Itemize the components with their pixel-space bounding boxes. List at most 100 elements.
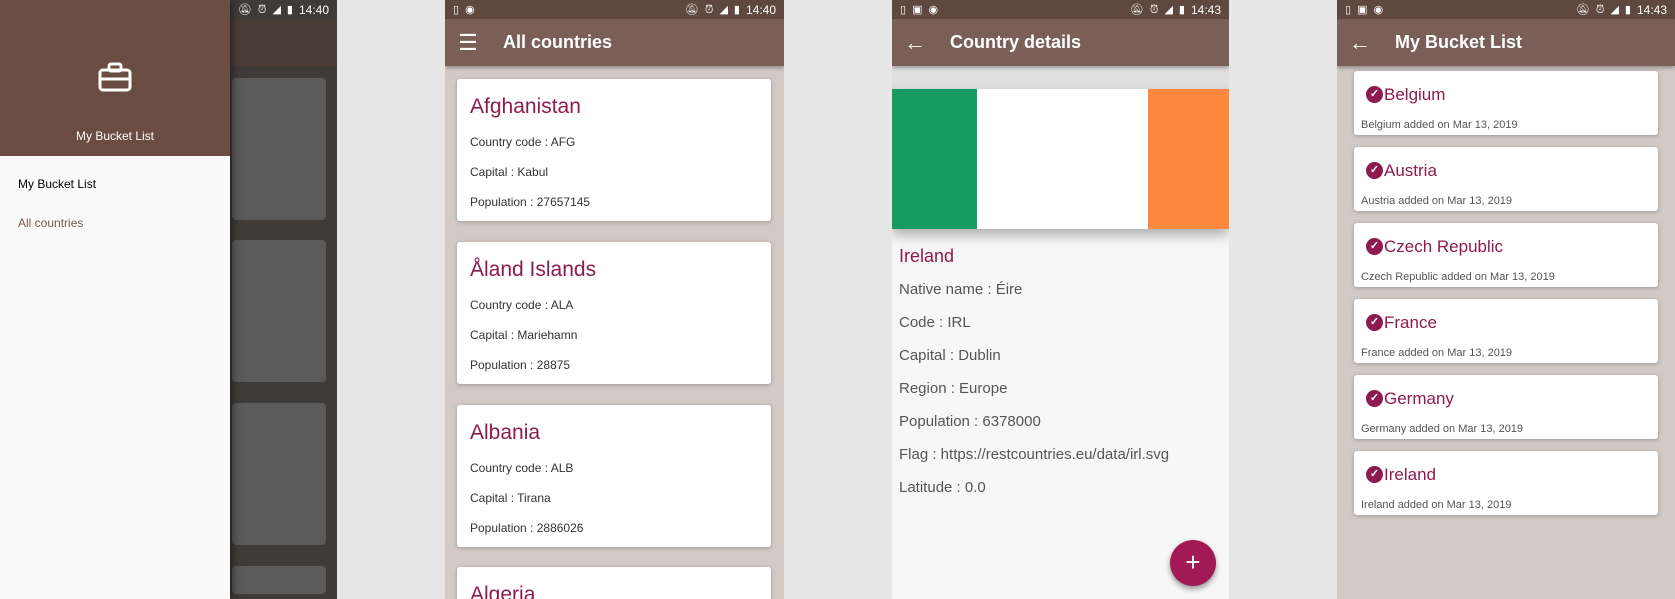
country-name: Afghanistan <box>470 95 581 118</box>
app-bar: ☰ All countries <box>445 19 784 66</box>
country-name: Albania <box>470 421 541 444</box>
drawer-title: My Bucket List <box>75 129 155 143</box>
check-circle-icon: ✓ <box>1366 238 1383 255</box>
battery-icon: ▮ <box>1624 3 1631 16</box>
mute-bell-icon: 🔕︎ <box>237 3 252 16</box>
country-code: Country code : ALB <box>470 461 574 475</box>
status-time: 14:43 <box>1636 2 1667 17</box>
country-name: Algeria <box>470 583 536 599</box>
bucket-added-date: Belgium added on Mar 13, 2019 <box>1361 119 1518 131</box>
signal-icon: ◢ <box>719 3 728 16</box>
page-title: All countries <box>503 32 613 52</box>
check-circle-icon: ✓ <box>1366 466 1383 483</box>
battery-icon: ▮ <box>286 3 293 16</box>
dimmed-card <box>232 240 326 382</box>
bucket-list-item[interactable]: ✓ Austria Austria added on Mar 13, 2019 <box>1354 147 1658 211</box>
bucket-list-item[interactable]: ✓ Germany Germany added on Mar 13, 2019 <box>1354 375 1658 439</box>
country-flag <box>892 89 1229 229</box>
app-bar: ← My Bucket List <box>1337 19 1675 66</box>
sim-icon: ▯ <box>1345 3 1352 16</box>
check-circle-icon: ✓ <box>1366 390 1383 407</box>
bucket-country-name: Belgium <box>1384 85 1446 104</box>
bucket-list-item[interactable]: ✓ France France added on Mar 13, 2019 <box>1354 299 1658 363</box>
mute-bell-icon: 🔕︎ <box>1129 3 1144 16</box>
dimmed-card <box>232 566 326 594</box>
dimmed-card <box>232 78 326 220</box>
app-bar: ← Country details <box>892 19 1229 66</box>
alarm-icon: ⏰︎ <box>704 3 714 16</box>
circle-icon: ◉ <box>1373 3 1384 16</box>
battery-icon: ▮ <box>733 3 740 16</box>
screen-navigation-drawer: ▯ ▣ ◉ 🔕︎ ⏰︎ ◢ ▮ 14:40 My Bucket List My … <box>0 0 337 599</box>
signal-icon: ◢ <box>272 3 281 16</box>
page-title: Country details <box>950 32 1082 52</box>
alarm-icon: ⏰︎ <box>257 3 267 16</box>
bucket-added-date: France added on Mar 13, 2019 <box>1361 347 1513 359</box>
gap <box>784 0 892 599</box>
country-card[interactable]: Algeria <box>457 567 771 599</box>
bucket-added-date: Ireland added on Mar 13, 2019 <box>1361 499 1512 511</box>
bucket-list-item[interactable]: ✓ Czech Republic Czech Republic added on… <box>1354 223 1658 287</box>
country-capital: Capital : Tirana <box>470 491 551 505</box>
bucket-country-name: Austria <box>1384 161 1437 180</box>
sim-icon: ▯ <box>453 3 460 16</box>
image-icon: ▣ <box>912 3 923 16</box>
detail-capital: Capital : Dublin <box>899 347 1001 364</box>
battery-icon: ▮ <box>1178 3 1185 16</box>
detail-flag-url: Flag : https://restcountries.eu/data/irl… <box>899 446 1170 463</box>
briefcase-icon <box>98 62 132 97</box>
add-to-bucket-list-button[interactable]: + <box>1170 540 1216 586</box>
country-population: Population : 2886026 <box>470 521 584 535</box>
gap <box>337 0 445 599</box>
flag-band-green <box>892 89 977 229</box>
alarm-icon: ⏰︎ <box>1149 3 1159 16</box>
country-card[interactable]: Afghanistan Country code : AFG Capital :… <box>457 79 771 221</box>
page-title: My Bucket List <box>1395 32 1523 52</box>
detail-region: Region : Europe <box>899 380 1008 397</box>
bucket-list-item[interactable]: ✓ Ireland Ireland added on Mar 13, 2019 <box>1354 451 1658 515</box>
status-bar: ▯ ▣ ◉ 🔕︎ ⏰︎ ◢ ▮ 14:43 <box>1337 0 1675 19</box>
country-population: Population : 27657145 <box>470 195 591 209</box>
country-code: Country code : ALA <box>470 298 574 312</box>
flag-band-white <box>977 89 1148 229</box>
country-card[interactable]: Albania Country code : ALB Capital : Tir… <box>457 405 771 547</box>
detail-native-name: Native name : Éire <box>899 281 1023 298</box>
alarm-icon: ⏰︎ <box>1595 3 1605 16</box>
screen-all-countries: ▯ ◉ 🔕︎ ⏰︎ ◢ ▮ 14:40 ☰ All countries Afgh… <box>445 0 784 599</box>
bucket-country-name: Czech Republic <box>1384 237 1504 256</box>
check-circle-icon: ✓ <box>1366 162 1383 179</box>
country-name: Åland Islands <box>470 258 597 281</box>
country-code: Country code : AFG <box>470 135 576 149</box>
bucket-added-date: Czech Republic added on Mar 13, 2019 <box>1361 271 1555 283</box>
status-time: 14:40 <box>745 2 776 17</box>
sim-icon: ▯ <box>900 3 907 16</box>
signal-icon: ◢ <box>1610 3 1619 16</box>
image-icon: ▣ <box>1357 3 1368 16</box>
bucket-country-name: France <box>1384 313 1437 332</box>
status-bar: ▯ ◉ 🔕︎ ⏰︎ ◢ ▮ 14:40 <box>445 0 784 19</box>
bucket-added-date: Austria added on Mar 13, 2019 <box>1361 195 1513 207</box>
menu-icon[interactable]: ☰ <box>445 31 491 54</box>
status-bar: ▯ ▣ ◉ 🔕︎ ⏰︎ ◢ ▮ 14:43 <box>892 0 1229 19</box>
country-capital: Capital : Mariehamn <box>470 328 578 342</box>
drawer-item-all-countries[interactable]: All countries <box>18 216 83 230</box>
country-capital: Capital : Kabul <box>470 165 549 179</box>
circle-icon: ◉ <box>465 3 475 16</box>
status-time: 14:43 <box>1190 2 1221 17</box>
status-time: 14:40 <box>298 2 329 17</box>
signal-icon: ◢ <box>1164 3 1173 16</box>
gap <box>1229 0 1337 599</box>
drawer-header: My Bucket List <box>0 0 230 156</box>
drawer-item-my-bucket-list[interactable]: My Bucket List <box>18 177 96 191</box>
check-circle-icon: ✓ <box>1366 86 1383 103</box>
back-arrow-icon[interactable]: ← <box>1337 31 1383 54</box>
flag-band-orange <box>1148 89 1229 229</box>
back-arrow-icon[interactable]: ← <box>892 31 938 54</box>
bucket-list-item[interactable]: ✓ Belgium Belgium added on Mar 13, 2019 <box>1354 71 1658 135</box>
check-circle-icon: ✓ <box>1366 314 1383 331</box>
screen-bucket-list: ▯ ▣ ◉ 🔕︎ ⏰︎ ◢ ▮ 14:43 ← My Bucket List ✓… <box>1337 0 1675 599</box>
country-card[interactable]: Åland Islands Country code : ALA Capital… <box>457 242 771 384</box>
detail-latitude: Latitude : 0.0 <box>899 479 986 496</box>
detail-population: Population : 6378000 <box>899 413 1041 430</box>
detail-code: Code : IRL <box>899 314 971 331</box>
